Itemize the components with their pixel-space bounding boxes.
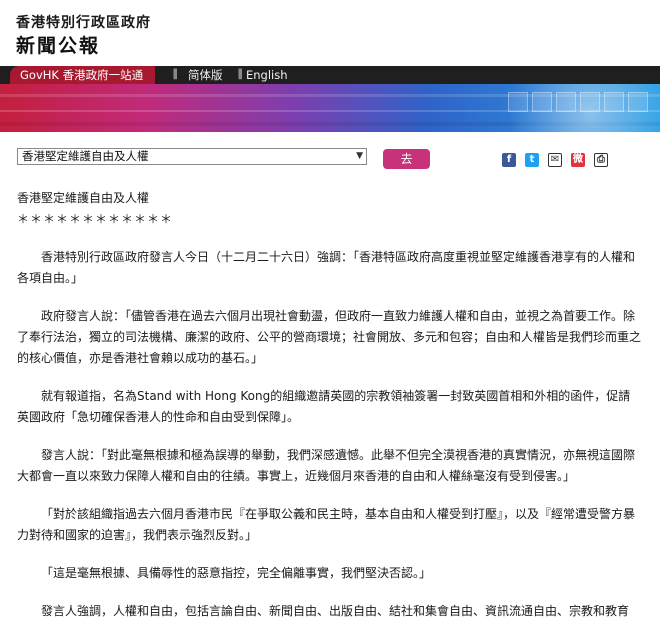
government-name: 香港特別行政區政府 xyxy=(16,15,151,31)
decorative-banner xyxy=(0,84,660,132)
language-nav-bar: GovHK 香港政府一站通 ▐ 简体版 ▐ English xyxy=(0,66,660,84)
email-icon[interactable]: ✉ xyxy=(548,153,562,167)
title-underline-stars: ＊＊＊＊＊＊＊＊＊＊＊＊ xyxy=(17,212,174,226)
print-icon[interactable]: ⎙ xyxy=(594,153,608,167)
simplified-chinese-link[interactable]: 简体版 xyxy=(188,66,223,84)
nav-separator: ▐ xyxy=(235,70,242,80)
article-select-value: 香港堅定維護自由及人權 xyxy=(22,149,149,163)
paragraph: 「這是毫無根據、具備辱性的惡意指控，完全偏離事實，我們堅決否認。」 xyxy=(41,566,432,580)
page-title: 新聞公報 xyxy=(16,35,101,57)
go-button[interactable]: 去 xyxy=(383,149,430,169)
weibo-icon[interactable]: 微 xyxy=(571,153,585,167)
chevron-down-icon: ▼ xyxy=(356,151,363,161)
nav-separator: ▐ xyxy=(170,70,177,80)
paragraph: 「對於該組織指過去六個月香港市民『在爭取公義和民主時，基本自由和人權受到打壓』，… xyxy=(17,507,636,542)
govhk-link[interactable]: GovHK 香港政府一站通 xyxy=(10,66,155,84)
english-link[interactable]: English xyxy=(246,66,288,84)
paragraph: 政府發言人說：「儘管香港在過去六個月出現社會動盪，但政府一直致力維護人權和自由，… xyxy=(17,309,642,365)
paragraph: 發言人強調，人權和自由，包括言論自由、新聞自由、出版自由、結社和集會自由、資訊流… xyxy=(41,604,630,618)
paragraph: 就有報道指，名為Stand with Hong Kong的組織邀請英國的宗教領袖… xyxy=(17,389,631,424)
article-title: 香港堅定維護自由及人權 xyxy=(17,191,150,205)
article-body: 香港堅定維護自由及人權 ＊＊＊＊＊＊＊＊＊＊＊＊ 香港特別行政區政府發言人今日（… xyxy=(17,188,642,622)
paragraph: 香港特別行政區政府發言人今日（十二月二十六日）強調：「香港特區政府高度重視並堅定… xyxy=(17,250,636,285)
paragraph: 發言人說：「對此毫無根據和極為誤導的舉動，我們深感遺憾。此舉不但完全漠視香港的真… xyxy=(17,448,636,483)
twitter-icon[interactable]: t xyxy=(525,153,539,167)
facebook-icon[interactable]: f xyxy=(502,153,516,167)
article-select[interactable]: 香港堅定維護自由及人權 ▼ xyxy=(17,148,367,165)
site-header: 香港特別行政區政府 新聞公報 xyxy=(0,0,660,66)
